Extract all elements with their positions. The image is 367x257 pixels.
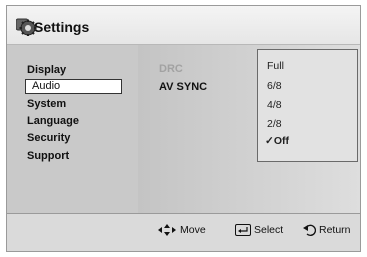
option-off-label: Off [273, 135, 289, 147]
sidebar-item-system[interactable]: System [27, 98, 66, 111]
setting-av-sync[interactable]: AV SYNC [159, 81, 207, 93]
hint-select: Select [235, 224, 283, 236]
page-title: Settings [34, 19, 90, 35]
sidebar-item-audio[interactable]: Audio [25, 79, 122, 94]
enter-key-icon [235, 224, 251, 236]
option-6-8[interactable]: 6/8 [267, 80, 282, 92]
hint-return-label: Return [319, 224, 351, 236]
settings-screen: Settings Display Audio System Language S… [6, 5, 361, 252]
return-arrow-icon [303, 224, 316, 236]
sidebar-item-language[interactable]: Language [27, 115, 79, 128]
sidebar-item-security[interactable]: Security [27, 132, 70, 145]
drc-options-popup: Full 6/8 4/8 2/8 ✓Off [257, 49, 358, 162]
hint-select-label: Select [254, 224, 284, 236]
option-4-8[interactable]: 4/8 [267, 99, 282, 111]
hint-move-label: Move [180, 224, 206, 236]
footer-hint-bar: Move Select Return [7, 214, 360, 251]
checkmark-icon: ✓ [265, 135, 274, 147]
title-bar: Settings [7, 6, 360, 44]
hint-move: Move [157, 224, 206, 236]
setting-drc: DRC [159, 63, 183, 75]
option-off[interactable]: ✓Off [265, 135, 289, 147]
directional-arrows-icon [157, 224, 177, 236]
option-2-8[interactable]: 2/8 [267, 118, 282, 130]
sidebar-item-support[interactable]: Support [27, 150, 69, 163]
option-full[interactable]: Full [267, 60, 284, 72]
sidebar-item-display[interactable]: Display [27, 64, 66, 77]
hint-return: Return [303, 224, 351, 236]
